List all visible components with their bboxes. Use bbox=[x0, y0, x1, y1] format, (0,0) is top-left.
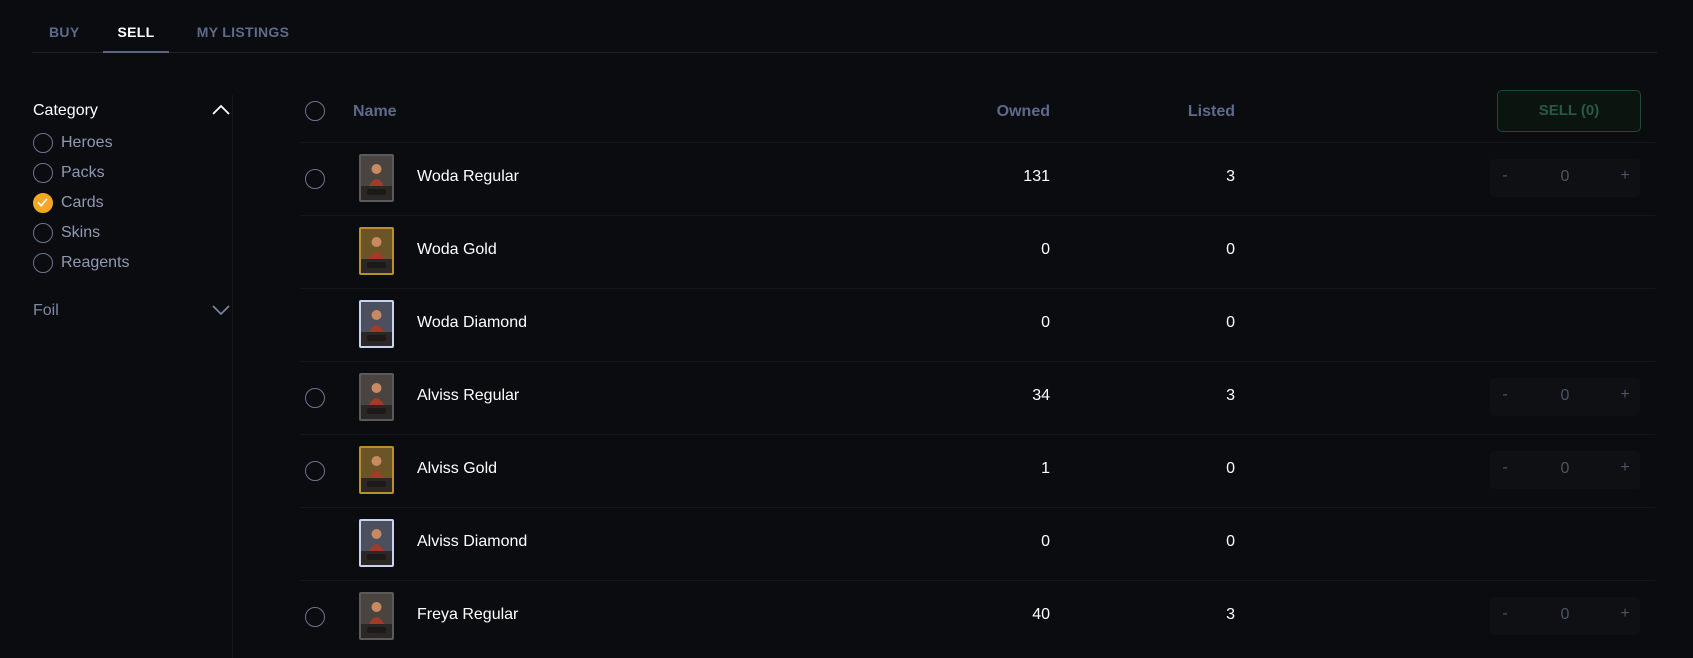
quantity-value: 0 bbox=[1560, 460, 1570, 477]
foil-filter-toggle[interactable]: Foil bbox=[33, 295, 233, 325]
decrement-button[interactable]: - bbox=[1490, 459, 1520, 481]
card-thumbnail bbox=[359, 446, 394, 494]
category-option-label: Skins bbox=[61, 224, 101, 241]
category-option-label: Heroes bbox=[61, 134, 113, 151]
table-header: Name Owned Listed SELL (0) bbox=[300, 84, 1655, 142]
decrement-button[interactable]: - bbox=[1490, 386, 1520, 408]
table-row: Woda Gold 0 0 bbox=[300, 215, 1655, 288]
card-art-icon bbox=[361, 521, 392, 565]
chevron-up-icon bbox=[212, 104, 230, 115]
row-listed: 3 bbox=[1226, 606, 1235, 623]
quantity-stepper: - 0 + bbox=[1490, 159, 1640, 197]
row-listed: 0 bbox=[1226, 314, 1235, 331]
quantity-stepper: - 0 + bbox=[1490, 378, 1640, 416]
row-name: Woda Diamond bbox=[417, 314, 527, 331]
radio-cards[interactable] bbox=[33, 193, 53, 213]
category-option-skins[interactable]: Skins bbox=[33, 220, 223, 246]
category-option-packs[interactable]: Packs bbox=[33, 160, 223, 186]
table-row: Alviss Gold 1 0 - 0 + bbox=[300, 434, 1655, 507]
quantity-value: 0 bbox=[1560, 168, 1570, 185]
category-option-label: Cards bbox=[61, 194, 104, 211]
row-select-radio[interactable] bbox=[305, 607, 325, 627]
increment-button[interactable]: + bbox=[1610, 167, 1640, 189]
card-art-icon bbox=[361, 229, 392, 273]
row-owned: 0 bbox=[1041, 241, 1050, 258]
card-thumbnail bbox=[359, 592, 394, 640]
card-art-icon bbox=[361, 375, 392, 419]
row-owned: 131 bbox=[1023, 168, 1050, 185]
row-listed: 0 bbox=[1226, 460, 1235, 477]
table-row: Woda Regular 131 3 - 0 + bbox=[300, 142, 1655, 215]
row-select-radio[interactable] bbox=[305, 461, 325, 481]
row-owned: 34 bbox=[1032, 387, 1050, 404]
table-row: Alviss Diamond 0 0 bbox=[300, 507, 1655, 580]
radio-reagents[interactable] bbox=[33, 253, 53, 273]
quantity-value: 0 bbox=[1560, 387, 1570, 404]
row-owned: 0 bbox=[1041, 533, 1050, 550]
row-select-radio[interactable] bbox=[305, 169, 325, 189]
radio-skins[interactable] bbox=[33, 223, 53, 243]
marketplace-tabs: BUY SELL MY LISTINGS bbox=[32, 0, 1657, 53]
card-art-icon bbox=[361, 302, 392, 346]
row-listed: 0 bbox=[1226, 241, 1235, 258]
increment-button[interactable]: + bbox=[1610, 386, 1640, 408]
quantity-stepper: - 0 + bbox=[1490, 597, 1640, 635]
row-name: Alviss Gold bbox=[417, 460, 498, 477]
category-option-heroes[interactable]: Heroes bbox=[33, 130, 223, 156]
checkmark-icon bbox=[37, 198, 48, 207]
row-name: Woda Gold bbox=[417, 241, 497, 258]
card-thumbnail bbox=[359, 373, 394, 421]
row-owned: 40 bbox=[1032, 606, 1050, 623]
table-row: Woda Diamond 0 0 bbox=[300, 288, 1655, 361]
increment-button[interactable]: + bbox=[1610, 605, 1640, 627]
card-thumbnail bbox=[359, 300, 394, 348]
decrement-button[interactable]: - bbox=[1490, 605, 1520, 627]
tab-sell[interactable]: SELL bbox=[103, 24, 169, 53]
category-filter-toggle[interactable]: Category bbox=[33, 95, 233, 125]
quantity-stepper: - 0 + bbox=[1490, 451, 1640, 489]
column-header-name: Name bbox=[353, 103, 397, 120]
category-option-cards[interactable]: Cards bbox=[33, 190, 223, 216]
tab-my-listings[interactable]: MY LISTINGS bbox=[192, 24, 294, 53]
card-art-icon bbox=[361, 448, 392, 492]
card-art-icon bbox=[361, 156, 392, 200]
chevron-down-icon bbox=[212, 305, 230, 316]
category-option-reagents[interactable]: Reagents bbox=[33, 250, 223, 276]
foil-filter-label: Foil bbox=[33, 302, 59, 319]
sell-button[interactable]: SELL (0) bbox=[1497, 90, 1641, 132]
card-thumbnail bbox=[359, 154, 394, 202]
radio-heroes[interactable] bbox=[33, 133, 53, 153]
row-owned: 0 bbox=[1041, 314, 1050, 331]
card-thumbnail bbox=[359, 227, 394, 275]
row-select-radio[interactable] bbox=[305, 388, 325, 408]
row-name: Woda Regular bbox=[417, 168, 519, 185]
card-art-icon bbox=[361, 594, 392, 638]
row-owned: 1 bbox=[1041, 460, 1050, 477]
column-header-owned: Owned bbox=[996, 103, 1050, 120]
radio-packs[interactable] bbox=[33, 163, 53, 183]
card-thumbnail bbox=[359, 519, 394, 567]
row-listed: 0 bbox=[1226, 533, 1235, 550]
category-filter-label: Category bbox=[33, 102, 98, 119]
row-name: Alviss Diamond bbox=[417, 533, 528, 550]
table-row: Freya Regular 40 3 - 0 + bbox=[300, 580, 1655, 653]
increment-button[interactable]: + bbox=[1610, 459, 1640, 481]
select-all-radio[interactable] bbox=[305, 101, 325, 121]
filter-sidebar: Category Heroes Packs Cards Skins Reagen… bbox=[33, 95, 233, 658]
row-listed: 3 bbox=[1226, 387, 1235, 404]
quantity-value: 0 bbox=[1560, 606, 1570, 623]
column-header-listed: Listed bbox=[1187, 103, 1235, 120]
decrement-button[interactable]: - bbox=[1490, 167, 1520, 189]
row-name: Alviss Regular bbox=[417, 387, 520, 404]
table-row: Alviss Regular 34 3 - 0 + bbox=[300, 361, 1655, 434]
tab-buy[interactable]: BUY bbox=[49, 24, 79, 53]
row-name: Freya Regular bbox=[417, 606, 519, 623]
row-listed: 3 bbox=[1226, 168, 1235, 185]
category-option-label: Reagents bbox=[61, 254, 130, 271]
category-option-label: Packs bbox=[61, 164, 105, 181]
